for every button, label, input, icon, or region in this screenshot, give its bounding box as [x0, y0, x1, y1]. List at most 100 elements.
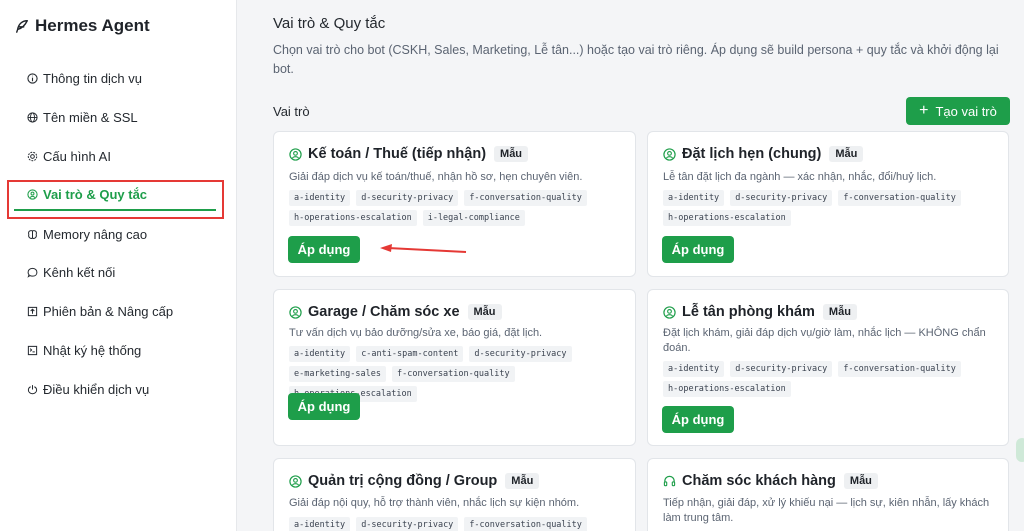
tag-list: a-identity d-security-privacy f-conversa… — [289, 190, 624, 226]
info-icon — [27, 73, 38, 84]
card-title: Chăm sóc khách hàng — [682, 473, 836, 489]
card-description: Đặt lịch khám, giải đáp dịch vụ/giờ làm,… — [663, 327, 986, 354]
card-header: Đặt lịch hẹn (chung) Mẫu — [663, 146, 864, 162]
tag: h-operations-escalation — [663, 381, 791, 397]
page-title: Vai trò & Quy tắc — [273, 15, 386, 32]
sidebar-item-label: Nhật ký hệ thống — [43, 343, 142, 358]
app-title: Hermes Agent — [35, 16, 150, 35]
sidebar-item-label: Cấu hình AI — [43, 149, 111, 164]
sidebar-item-label: Thông tin dịch vụ — [43, 71, 143, 86]
role-card: Garage / Chăm sóc xe Mẫu Tư vấn dịch vụ … — [273, 289, 636, 446]
card-title: Garage / Chăm sóc xe — [308, 304, 460, 320]
add-role-label: Tạo vai trò — [935, 103, 997, 119]
tag: a-identity — [663, 361, 725, 377]
sidebar: Hermes Agent Thông tin dịch vụ Tên miền … — [0, 0, 237, 531]
sidebar-item-system-log[interactable]: Nhật ký hệ thống — [27, 343, 141, 358]
tag: d-security-privacy — [356, 190, 459, 206]
tag: c-anti-spam-content — [356, 346, 464, 362]
tag-list: a-identity d-security-privacy f-conversa… — [663, 190, 998, 226]
feather-icon — [16, 20, 28, 33]
chat-bubble-icon — [27, 267, 38, 278]
tag: d-security-privacy — [469, 346, 572, 362]
template-badge: Mẫu — [843, 473, 878, 489]
user-circle-icon — [663, 147, 676, 161]
card-title: Quản trị cộng đồng / Group — [308, 473, 498, 489]
template-badge: Mẫu — [822, 304, 857, 320]
card-header: Quản trị cộng đồng / Group Mẫu — [289, 473, 540, 489]
annotation-arrow — [380, 244, 467, 253]
globe-icon — [27, 112, 38, 123]
tag: h-operations-escalation — [289, 210, 417, 226]
sidebar-item-service-info[interactable]: Thông tin dịch vụ — [27, 71, 142, 86]
tag: a-identity — [289, 517, 351, 531]
template-badge: Mẫu — [467, 304, 502, 320]
user-circle-icon — [289, 147, 302, 161]
card-header: Kế toán / Thuế (tiếp nhận) Mẫu — [289, 146, 529, 162]
role-card: Chăm sóc khách hàng Mẫu Tiếp nhận, giải … — [647, 458, 1009, 531]
tag: f-conversation-quality — [392, 366, 515, 382]
tag: a-identity — [289, 346, 351, 362]
tag: h-operations-escalation — [663, 210, 791, 226]
user-circle-icon — [289, 305, 302, 319]
tag: e-marketing-sales — [289, 366, 386, 382]
brand: Hermes Agent — [15, 16, 150, 36]
card-title: Lễ tân phòng khám — [682, 304, 815, 320]
tag: f-conversation-quality — [464, 517, 587, 531]
template-badge: Mẫu — [494, 146, 529, 162]
tag: f-conversation-quality — [838, 190, 961, 206]
add-role-button[interactable]: + Tạo vai trò — [906, 97, 1010, 125]
user-circle-icon — [289, 474, 302, 488]
sidebar-item-roles-rules[interactable]: Vai trò & Quy tắc — [27, 187, 147, 202]
tag: a-identity — [289, 190, 351, 206]
tag: d-security-privacy — [356, 517, 459, 531]
card-description: Tiếp nhận, giải đáp, xử lý khiếu nại — l… — [663, 497, 990, 524]
active-underline — [14, 209, 216, 211]
card-title: Đặt lịch hẹn (chung) — [682, 146, 822, 162]
apply-button[interactable]: Áp dụng — [662, 236, 734, 263]
template-badge: Mẫu — [829, 146, 864, 162]
sidebar-item-label: Memory nâng cao — [43, 227, 148, 242]
apply-button[interactable]: Áp dụng — [288, 393, 360, 420]
tag: f-conversation-quality — [464, 190, 587, 206]
sidebar-item-label: Tên miền & SSL — [43, 110, 138, 125]
brain-icon — [28, 230, 37, 239]
role-card: Đặt lịch hẹn (chung) Mẫu Lễ tân đặt lịch… — [647, 131, 1009, 277]
template-badge: Mẫu — [505, 473, 540, 489]
role-card: Lễ tân phòng khám Mẫu Đặt lịch khám, giả… — [647, 289, 1009, 446]
card-header: Garage / Chăm sóc xe Mẫu — [289, 304, 502, 320]
sidebar-item-label: Kênh kết nối — [43, 265, 116, 280]
page-description: Chọn vai trò cho bot (CSKH, Sales, Marke… — [273, 43, 999, 76]
apply-button[interactable]: Áp dụng — [662, 406, 734, 433]
card-description: Giải đáp dịch vụ kế toán/thuế, nhận hồ s… — [289, 171, 583, 183]
tag: d-security-privacy — [730, 361, 833, 377]
tag: i-legal-compliance — [422, 210, 525, 226]
tag-list: a-identity d-security-privacy f-conversa… — [289, 517, 624, 531]
headset-icon — [663, 475, 676, 486]
card-header: Lễ tân phòng khám Mẫu — [663, 304, 857, 320]
tag: d-security-privacy — [730, 190, 833, 206]
sidebar-item-memory[interactable]: Memory nâng cao — [27, 227, 147, 242]
sidebar-item-versions[interactable]: Phiên bản & Nâng cấp — [27, 304, 173, 319]
tag-list: a-identity d-security-privacy f-conversa… — [663, 361, 998, 397]
sidebar-item-channels[interactable]: Kênh kết nối — [27, 265, 115, 280]
sidebar-item-ai-config[interactable]: Cấu hình AI — [27, 149, 111, 164]
user-badge-icon — [27, 189, 38, 200]
sidebar-item-domain-ssl[interactable]: Tên miền & SSL — [27, 110, 138, 125]
log-icon — [27, 345, 38, 356]
gear-icon — [27, 151, 38, 162]
section-label: Vai trò — [273, 104, 310, 119]
tag: a-identity — [663, 190, 725, 206]
sidebar-item-label: Phiên bản & Nâng cấp — [43, 304, 174, 319]
card-header: Chăm sóc khách hàng Mẫu — [663, 473, 878, 489]
main-content: Vai trò & Quy tắc Chọn vai trò cho bot (… — [238, 0, 1024, 531]
apply-button[interactable]: Áp dụng — [288, 236, 360, 263]
upgrade-icon — [27, 306, 38, 317]
scroll-edge-indicator — [1016, 438, 1024, 462]
card-title: Kế toán / Thuế (tiếp nhận) — [308, 146, 487, 162]
role-card: Quản trị cộng đồng / Group Mẫu Giải đáp … — [273, 458, 636, 531]
card-description: Tư vấn dịch vụ bảo dưỡng/sửa xe, báo giá… — [289, 327, 543, 339]
power-icon — [27, 385, 38, 395]
user-circle-icon — [663, 305, 676, 319]
sidebar-item-label: Vai trò & Quy tắc — [43, 187, 148, 202]
sidebar-item-service-control[interactable]: Điều khiển dịch vụ — [27, 382, 149, 397]
